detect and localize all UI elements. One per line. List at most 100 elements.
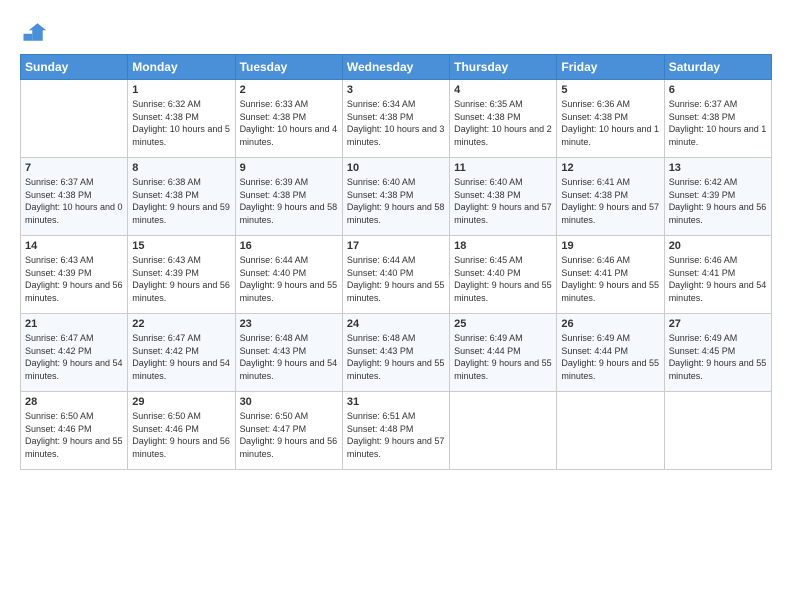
day-cell: 28 Sunrise: 6:50 AMSunset: 4:46 PMDayligh… (21, 392, 128, 470)
day-number: 1 (132, 84, 230, 96)
day-cell: 27 Sunrise: 6:49 AMSunset: 4:45 PMDayligh… (664, 314, 771, 392)
day-info: Sunrise: 6:43 AMSunset: 4:39 PMDaylight:… (132, 254, 230, 304)
day-cell: 25 Sunrise: 6:49 AMSunset: 4:44 PMDayligh… (450, 314, 557, 392)
week-row-4: 21 Sunrise: 6:47 AMSunset: 4:42 PMDayligh… (21, 314, 772, 392)
calendar-table: SundayMondayTuesdayWednesdayThursdayFrid… (20, 54, 772, 470)
header-cell-friday: Friday (557, 55, 664, 80)
day-number: 5 (561, 84, 659, 96)
day-info: Sunrise: 6:40 AMSunset: 4:38 PMDaylight:… (454, 176, 552, 226)
day-number: 30 (240, 396, 338, 408)
day-number: 6 (669, 84, 767, 96)
day-cell: 24 Sunrise: 6:48 AMSunset: 4:43 PMDayligh… (342, 314, 449, 392)
day-info: Sunrise: 6:49 AMSunset: 4:44 PMDaylight:… (561, 332, 659, 382)
day-cell: 10 Sunrise: 6:40 AMSunset: 4:38 PMDayligh… (342, 158, 449, 236)
day-number: 17 (347, 240, 445, 252)
day-info: Sunrise: 6:49 AMSunset: 4:45 PMDaylight:… (669, 332, 767, 382)
day-info: Sunrise: 6:51 AMSunset: 4:48 PMDaylight:… (347, 410, 445, 460)
day-info: Sunrise: 6:39 AMSunset: 4:38 PMDaylight:… (240, 176, 338, 226)
day-info: Sunrise: 6:47 AMSunset: 4:42 PMDaylight:… (132, 332, 230, 382)
day-number: 4 (454, 84, 552, 96)
day-cell: 12Sunrise: 6:41 AMSunset: 4:38 PMDayligh… (557, 158, 664, 236)
day-number: 22 (132, 318, 230, 330)
day-info: Sunrise: 6:33 AMSunset: 4:38 PMDaylight:… (240, 98, 338, 148)
day-cell: 22 Sunrise: 6:47 AMSunset: 4:42 PMDayligh… (128, 314, 235, 392)
day-number: 27 (669, 318, 767, 330)
day-cell: 23 Sunrise: 6:48 AMSunset: 4:43 PMDayligh… (235, 314, 342, 392)
day-number: 15 (132, 240, 230, 252)
logo (20, 18, 52, 46)
day-info: Sunrise: 6:38 AMSunset: 4:38 PMDaylight:… (132, 176, 230, 226)
week-row-1: 1 Sunrise: 6:32 AMSunset: 4:38 PMDaylight… (21, 80, 772, 158)
day-cell: 29 Sunrise: 6:50 AMSunset: 4:46 PMDayligh… (128, 392, 235, 470)
day-number: 26 (561, 318, 659, 330)
day-info: Sunrise: 6:37 AMSunset: 4:38 PMDaylight:… (25, 176, 123, 226)
day-number: 9 (240, 162, 338, 174)
day-info: Sunrise: 6:49 AMSunset: 4:44 PMDaylight:… (454, 332, 552, 382)
day-info: Sunrise: 6:42 AMSunset: 4:39 PMDaylight:… (669, 176, 767, 226)
day-cell: 4 Sunrise: 6:35 AMSunset: 4:38 PMDaylight… (450, 80, 557, 158)
header-cell-tuesday: Tuesday (235, 55, 342, 80)
header-cell-sunday: Sunday (21, 55, 128, 80)
calendar-header: SundayMondayTuesdayWednesdayThursdayFrid… (21, 55, 772, 80)
day-cell: 3Sunrise: 6:34 AMSunset: 4:38 PMDaylight… (342, 80, 449, 158)
day-info: Sunrise: 6:41 AMSunset: 4:38 PMDaylight:… (561, 176, 659, 226)
day-cell: 19 Sunrise: 6:46 AMSunset: 4:41 PMDayligh… (557, 236, 664, 314)
day-cell: 16 Sunrise: 6:44 AMSunset: 4:40 PMDayligh… (235, 236, 342, 314)
day-info: Sunrise: 6:35 AMSunset: 4:38 PMDaylight:… (454, 98, 552, 148)
day-info: Sunrise: 6:45 AMSunset: 4:40 PMDaylight:… (454, 254, 552, 304)
day-number: 8 (132, 162, 230, 174)
calendar-body: 1 Sunrise: 6:32 AMSunset: 4:38 PMDaylight… (21, 80, 772, 470)
day-cell (557, 392, 664, 470)
day-number: 19 (561, 240, 659, 252)
day-number: 7 (25, 162, 123, 174)
day-info: Sunrise: 6:44 AMSunset: 4:40 PMDaylight:… (240, 254, 338, 304)
day-cell: 18 Sunrise: 6:45 AMSunset: 4:40 PMDayligh… (450, 236, 557, 314)
logo-icon (20, 18, 48, 46)
day-cell: 14Sunrise: 6:43 AMSunset: 4:39 PMDayligh… (21, 236, 128, 314)
day-cell: 17Sunrise: 6:44 AMSunset: 4:40 PMDayligh… (342, 236, 449, 314)
day-info: Sunrise: 6:46 AMSunset: 4:41 PMDaylight:… (561, 254, 659, 304)
day-info: Sunrise: 6:50 AMSunset: 4:47 PMDaylight:… (240, 410, 338, 460)
day-cell: 9 Sunrise: 6:39 AMSunset: 4:38 PMDaylight… (235, 158, 342, 236)
day-number: 10 (347, 162, 445, 174)
day-info: Sunrise: 6:32 AMSunset: 4:38 PMDaylight:… (132, 98, 230, 148)
day-number: 21 (25, 318, 123, 330)
day-info: Sunrise: 6:40 AMSunset: 4:38 PMDaylight:… (347, 176, 445, 226)
day-cell: 15 Sunrise: 6:43 AMSunset: 4:39 PMDayligh… (128, 236, 235, 314)
day-number: 29 (132, 396, 230, 408)
day-number: 18 (454, 240, 552, 252)
week-row-5: 28 Sunrise: 6:50 AMSunset: 4:46 PMDayligh… (21, 392, 772, 470)
day-number: 28 (25, 396, 123, 408)
calendar-page: SundayMondayTuesdayWednesdayThursdayFrid… (0, 0, 792, 612)
day-info: Sunrise: 6:48 AMSunset: 4:43 PMDaylight:… (347, 332, 445, 382)
day-info: Sunrise: 6:50 AMSunset: 4:46 PMDaylight:… (132, 410, 230, 460)
day-info: Sunrise: 6:47 AMSunset: 4:42 PMDaylight:… (25, 332, 123, 382)
day-number: 20 (669, 240, 767, 252)
day-cell: 11 Sunrise: 6:40 AMSunset: 4:38 PMDayligh… (450, 158, 557, 236)
header-row: SundayMondayTuesdayWednesdayThursdayFrid… (21, 55, 772, 80)
day-info: Sunrise: 6:50 AMSunset: 4:46 PMDaylight:… (25, 410, 123, 460)
day-info: Sunrise: 6:34 AMSunset: 4:38 PMDaylight:… (347, 98, 445, 148)
day-cell: 30 Sunrise: 6:50 AMSunset: 4:47 PMDayligh… (235, 392, 342, 470)
day-cell: 26 Sunrise: 6:49 AMSunset: 4:44 PMDayligh… (557, 314, 664, 392)
day-cell: 8 Sunrise: 6:38 AMSunset: 4:38 PMDaylight… (128, 158, 235, 236)
day-number: 16 (240, 240, 338, 252)
day-info: Sunrise: 6:43 AMSunset: 4:39 PMDaylight:… (25, 254, 123, 304)
day-cell: 21 Sunrise: 6:47 AMSunset: 4:42 PMDayligh… (21, 314, 128, 392)
day-number: 24 (347, 318, 445, 330)
day-cell: 13 Sunrise: 6:42 AMSunset: 4:39 PMDayligh… (664, 158, 771, 236)
header-cell-saturday: Saturday (664, 55, 771, 80)
week-row-3: 14Sunrise: 6:43 AMSunset: 4:39 PMDayligh… (21, 236, 772, 314)
day-number: 31 (347, 396, 445, 408)
day-number: 11 (454, 162, 552, 174)
day-number: 25 (454, 318, 552, 330)
day-number: 2 (240, 84, 338, 96)
day-number: 23 (240, 318, 338, 330)
day-cell: 6Sunrise: 6:37 AMSunset: 4:38 PMDaylight… (664, 80, 771, 158)
header-cell-thursday: Thursday (450, 55, 557, 80)
day-info: Sunrise: 6:48 AMSunset: 4:43 PMDaylight:… (240, 332, 338, 382)
header-cell-monday: Monday (128, 55, 235, 80)
day-cell: 31 Sunrise: 6:51 AMSunset: 4:48 PMDayligh… (342, 392, 449, 470)
day-cell: 7 Sunrise: 6:37 AMSunset: 4:38 PMDaylight… (21, 158, 128, 236)
day-number: 13 (669, 162, 767, 174)
